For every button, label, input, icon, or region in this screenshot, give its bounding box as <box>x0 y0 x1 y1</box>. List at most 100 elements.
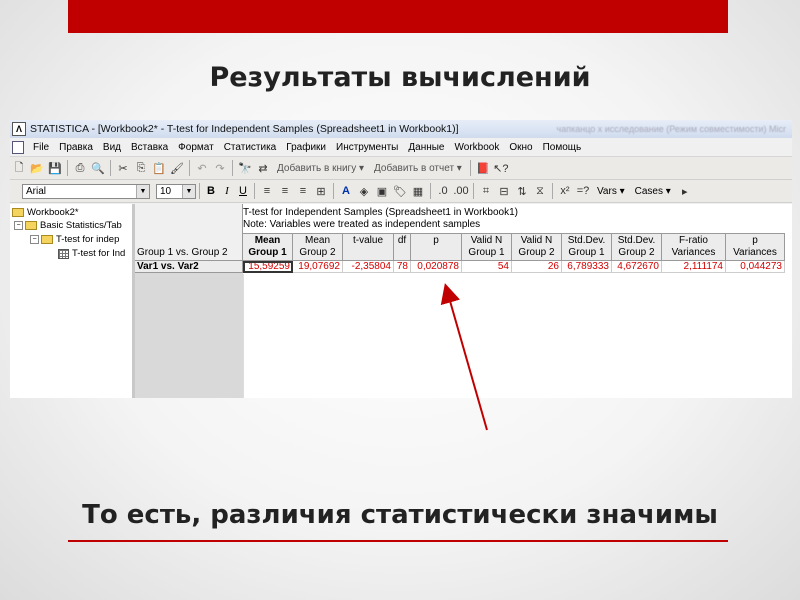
font-color-icon[interactable]: A <box>338 183 354 199</box>
merge-icon[interactable]: ⊞ <box>313 183 329 199</box>
column-header-line2: Group 2 <box>518 247 555 258</box>
collapse-icon[interactable]: − <box>14 221 23 230</box>
tree-item-workbook[interactable]: Workbook2* <box>12 207 79 218</box>
cell-stddev-group2[interactable]: 4,672670 <box>612 261 662 273</box>
font-select[interactable]: Arial ▼ <box>22 183 150 199</box>
menu-workbook[interactable]: Workbook <box>450 142 505 153</box>
column-header-valid-n-group1[interactable]: Valid N Group 1 <box>462 233 512 261</box>
print-icon[interactable]: ⎙ <box>72 160 88 176</box>
cell-valid-n-group2[interactable]: 26 <box>512 261 562 273</box>
filter-icon[interactable]: ⧖ <box>532 183 548 199</box>
menu-insert[interactable]: Вставка <box>126 142 173 153</box>
print-preview-icon[interactable]: 🔍 <box>90 160 106 176</box>
background-window-title: чапканцо х исследование (Режим совместим… <box>556 124 786 134</box>
column-header-valid-n-group2[interactable]: Valid N Group 2 <box>512 233 562 261</box>
column-header-p-variances[interactable]: p Variances <box>726 233 785 261</box>
font-size-value: 10 <box>160 185 172 197</box>
cell-valid-n-group1[interactable]: 54 <box>462 261 512 273</box>
chart-icon[interactable]: ⊟ <box>496 183 512 199</box>
fill-color-icon[interactable]: ◈ <box>356 183 372 199</box>
tag-icon[interactable]: 🏷 <box>392 183 408 199</box>
cell-stddev-group1[interactable]: 6,789333 <box>562 261 612 273</box>
menu-edit[interactable]: Правка <box>54 142 98 153</box>
underline-button[interactable]: U <box>235 185 251 197</box>
tree-item-basic-statistics[interactable]: − Basic Statistics/Tab <box>14 220 122 231</box>
menu-tools[interactable]: Инструменты <box>331 142 403 153</box>
borders-icon[interactable]: ▣ <box>374 183 390 199</box>
align-center-icon[interactable]: ≡ <box>277 183 293 199</box>
toolbar-separator <box>333 183 334 199</box>
font-size-select[interactable]: 10 ▼ <box>156 183 196 199</box>
align-left-icon[interactable]: ≡ <box>259 183 275 199</box>
cases-dropdown[interactable]: Cases ▾ <box>630 186 676 197</box>
collapse-icon[interactable]: − <box>30 235 39 244</box>
column-header-line2: Group 1 <box>248 247 287 258</box>
cell-t-value[interactable]: -2,35804 <box>343 261 394 273</box>
menu-file[interactable]: File <box>28 142 54 153</box>
menu-bar: File Правка Вид Вставка Формат Статистик… <box>10 138 792 157</box>
column-header-t-value[interactable]: t-value <box>343 233 394 261</box>
window-titlebar: Λ STATISTICA - [Workbook2* - T-test for … <box>10 120 792 138</box>
column-header-mean-group1[interactable]: Mean Group 1 <box>243 233 293 261</box>
decimals-decrease-icon[interactable]: .00 <box>453 183 469 199</box>
copy-icon[interactable]: ⎘ <box>133 160 149 176</box>
statistica-screenshot: Λ STATISTICA - [Workbook2* - T-test for … <box>10 120 792 398</box>
conclusion-text: То есть, различия статистически значимы <box>82 500 718 530</box>
standard-toolbar: 🗋 📂 💾 ⎙ 🔍 ✂ ⎘ 📋 🖌 ↶ ↷ 🔭 ⇄ Добавить в кни… <box>10 157 792 180</box>
paste-icon[interactable]: 📋 <box>151 160 167 176</box>
vars-dropdown[interactable]: Vars ▾ <box>592 186 630 197</box>
row-header-var1-vs-var2[interactable]: Var1 vs. Var2 <box>135 261 243 273</box>
column-header-mean-group2[interactable]: Mean Group 2 <box>293 233 343 261</box>
cut-icon[interactable]: ✂ <box>115 160 131 176</box>
cell-p-variances[interactable]: 0,044273 <box>726 261 785 273</box>
replace-icon[interactable]: ⇄ <box>255 160 271 176</box>
menu-graphs[interactable]: Графики <box>281 142 331 153</box>
context-help-icon[interactable]: ↖? <box>493 160 509 176</box>
open-folder-icon[interactable]: 📂 <box>29 160 45 176</box>
align-right-icon[interactable]: ≡ <box>295 183 311 199</box>
menu-statistics[interactable]: Статистика <box>219 142 282 153</box>
column-header-p[interactable]: p <box>411 233 462 261</box>
add-to-report-dropdown[interactable]: Добавить в отчет ▾ <box>369 163 467 174</box>
chevron-down-icon: ▼ <box>182 184 195 198</box>
undo-icon[interactable]: ↶ <box>194 160 210 176</box>
italic-button[interactable]: I <box>219 185 235 197</box>
add-to-workbook-dropdown[interactable]: Добавить в книгу ▾ <box>272 163 369 174</box>
sort-icon[interactable]: ⇅ <box>514 183 530 199</box>
save-icon[interactable]: 💾 <box>47 160 63 176</box>
menu-format[interactable]: Формат <box>173 142 219 153</box>
menu-window[interactable]: Окно <box>504 142 537 153</box>
cell-f-ratio[interactable]: 2,111174 <box>662 261 726 273</box>
column-header-f-ratio[interactable]: F-ratio Variances <box>662 233 726 261</box>
equals-icon[interactable]: =? <box>575 183 591 199</box>
vars-label: Vars <box>597 185 617 197</box>
menu-data[interactable]: Данные <box>403 142 449 153</box>
redo-icon[interactable]: ↷ <box>212 160 228 176</box>
table-icon[interactable]: ⌗ <box>478 183 494 199</box>
column-header-line1: t-value <box>352 235 383 246</box>
cell-p[interactable]: 0,020878 <box>411 261 462 273</box>
bold-button[interactable]: B <box>203 185 219 197</box>
tree-item-label: Workbook2* <box>27 207 79 218</box>
book-icon[interactable]: 📕 <box>475 160 491 176</box>
format-painter-icon[interactable]: 🖌 <box>169 160 185 176</box>
grid-icon[interactable]: ▦ <box>410 183 426 199</box>
cell-mean-group2[interactable]: 19,07692 <box>293 261 343 273</box>
cell-df[interactable]: 78 <box>394 261 411 273</box>
column-header-line1: Std.Dev. <box>617 235 656 246</box>
cell-mean-group1[interactable]: 15,59259 <box>243 261 293 273</box>
menu-view[interactable]: Вид <box>98 142 126 153</box>
tree-item-ttest-sheet[interactable]: T-test for Ind <box>58 248 125 259</box>
column-header-stddev-group2[interactable]: Std.Dev. Group 2 <box>612 233 662 261</box>
more-icon[interactable]: ▸ <box>677 183 693 199</box>
decimals-increase-icon[interactable]: .0 <box>435 183 451 199</box>
add-to-workbook-label: Добавить в книгу <box>277 162 357 174</box>
new-file-icon[interactable]: 🗋 <box>11 160 27 176</box>
tree-item-ttest-folder[interactable]: − T-test for indep <box>30 234 119 245</box>
sum-icon[interactable]: x² <box>557 183 573 199</box>
column-header-stddev-group1[interactable]: Std.Dev. Group 1 <box>562 233 612 261</box>
column-header-df[interactable]: df <box>394 233 411 261</box>
menu-help[interactable]: Помощь <box>538 142 587 153</box>
find-icon[interactable]: 🔭 <box>237 160 253 176</box>
tree-item-label: T-test for Ind <box>72 248 126 259</box>
